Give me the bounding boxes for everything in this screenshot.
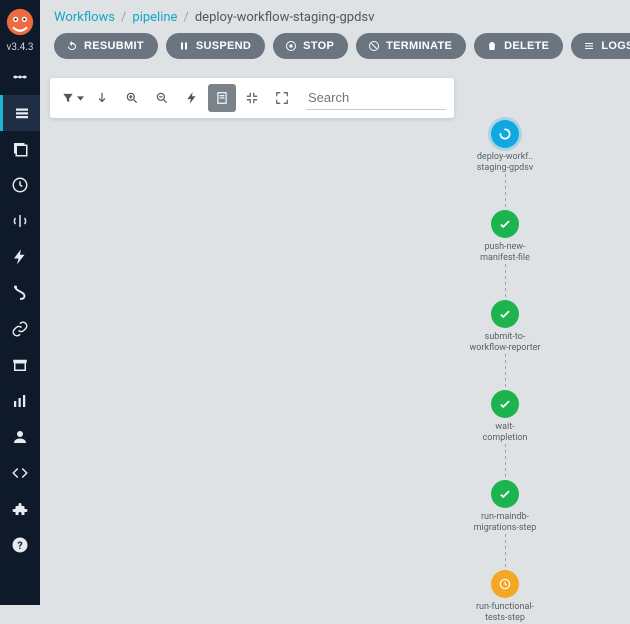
action-bar: RESUBMIT SUSPEND STOP TERMINATE DELETE L… <box>40 33 630 71</box>
collapse-button[interactable] <box>238 84 266 112</box>
node-root-circle[interactable] <box>491 120 519 148</box>
graph-edge <box>505 534 506 570</box>
node-mig: run-maindb-migrations-step <box>460 480 550 534</box>
redo-icon <box>66 40 78 52</box>
node-mig-circle[interactable] <box>491 480 519 508</box>
nav-workflows-icon[interactable] <box>0 95 40 131</box>
node-root: deploy-workf..staging-gpdsv <box>460 120 550 174</box>
trash-icon <box>486 40 498 52</box>
nav-sensors-icon[interactable] <box>0 203 40 239</box>
bars-icon <box>583 40 595 52</box>
nav-plugins-icon[interactable] <box>0 491 40 527</box>
detail-toggle-button[interactable] <box>208 84 236 112</box>
node-label: wait-completion <box>460 422 550 444</box>
graph-edge <box>505 444 506 480</box>
node-label: deploy-workf..staging-gpdsv <box>460 152 550 174</box>
breadcrumb-workflow: deploy-workflow-staging-gpdsv <box>195 10 375 25</box>
nav-link-icon[interactable] <box>0 311 40 347</box>
running-icon <box>498 127 512 141</box>
main-area: Workflows / pipeline / deploy-workflow-s… <box>40 0 630 605</box>
nav-archive-icon[interactable] <box>0 347 40 383</box>
node-submit-circle[interactable] <box>491 300 519 328</box>
pause-icon <box>178 40 190 52</box>
node-label: push-new-manifest-file <box>460 242 550 264</box>
node-label: run-functional-tests-step <box>460 602 550 624</box>
nav-help-icon[interactable]: ? <box>0 527 40 563</box>
nav-timeline-icon[interactable] <box>0 59 40 95</box>
clock-icon <box>498 577 512 591</box>
check-icon <box>498 487 512 501</box>
terminate-icon <box>368 40 380 52</box>
node-wait-circle[interactable] <box>491 390 519 418</box>
graph-edge <box>505 354 506 390</box>
node-submit: submit-to-workflow-reporter <box>460 300 550 354</box>
breadcrumb-sep: / <box>183 10 188 25</box>
breadcrumb-namespace[interactable]: pipeline <box>132 10 177 25</box>
nav-templates-icon[interactable] <box>0 131 40 167</box>
resubmit-button[interactable]: RESUBMIT <box>54 33 158 59</box>
breadcrumb-root[interactable]: Workflows <box>54 10 115 25</box>
graph-canvas[interactable]: deploy-workf..staging-gpdsv push-new-man… <box>40 70 630 605</box>
suspend-button[interactable]: SUSPEND <box>166 33 265 59</box>
node-push-circle[interactable] <box>491 210 519 238</box>
workflow-graph: deploy-workf..staging-gpdsv push-new-man… <box>460 120 550 624</box>
fast-button[interactable] <box>178 84 206 112</box>
nav-reports-icon[interactable] <box>0 383 40 419</box>
terminate-button[interactable]: TERMINATE <box>356 33 466 59</box>
node-wait: wait-completion <box>460 390 550 444</box>
fullscreen-button[interactable] <box>268 84 296 112</box>
nav-user-icon[interactable] <box>0 419 40 455</box>
logs-button[interactable]: LOGS <box>571 33 630 59</box>
node-label: run-maindb-migrations-step <box>460 512 550 534</box>
nav-events-icon[interactable] <box>0 239 40 275</box>
svg-text:?: ? <box>17 539 22 552</box>
delete-button[interactable]: DELETE <box>474 33 563 59</box>
breadcrumb: Workflows / pipeline / deploy-workflow-s… <box>40 0 630 33</box>
direction-button[interactable] <box>88 84 116 112</box>
version-label: v3.4.3 <box>7 42 34 53</box>
nav-cron-icon[interactable] <box>0 167 40 203</box>
check-icon <box>498 397 512 411</box>
search-input[interactable] <box>306 86 446 110</box>
check-icon <box>498 217 512 231</box>
zoom-out-button[interactable] <box>148 84 176 112</box>
node-func-circle[interactable] <box>491 570 519 598</box>
nav-eventflow-icon[interactable] <box>0 275 40 311</box>
graph-edge <box>505 264 506 300</box>
sidebar: v3.4.3 ? <box>0 0 40 605</box>
filter-button[interactable] <box>58 84 86 112</box>
breadcrumb-sep: / <box>121 10 126 25</box>
stop-button[interactable]: STOP <box>273 33 348 59</box>
zoom-in-button[interactable] <box>118 84 146 112</box>
graph-edge <box>505 174 506 210</box>
nav-api-icon[interactable] <box>0 455 40 491</box>
node-push: push-new-manifest-file <box>460 210 550 264</box>
node-func: run-functional-tests-step <box>460 570 550 624</box>
check-icon <box>498 307 512 321</box>
node-label: submit-to-workflow-reporter <box>460 332 550 354</box>
graph-toolbar <box>50 78 454 118</box>
stop-icon <box>285 40 297 52</box>
argo-logo <box>6 8 34 36</box>
